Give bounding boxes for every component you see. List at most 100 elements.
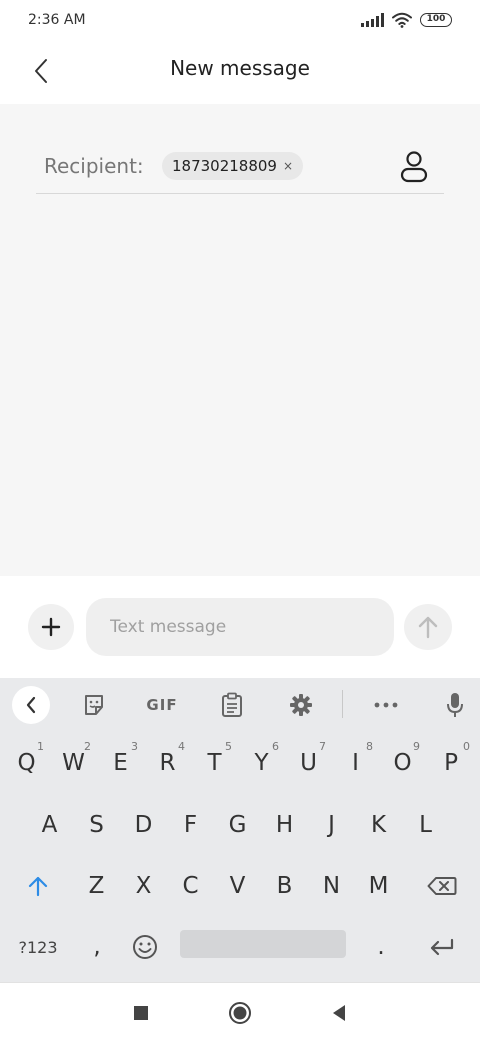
key-b[interactable]: B (261, 859, 308, 913)
header: New message (0, 42, 480, 104)
key-hint: 3 (131, 740, 138, 753)
shift-arrow-icon (28, 876, 48, 897)
key-label: T (207, 750, 222, 776)
key-row-4: ?123 , . (0, 920, 480, 974)
key-hint: 8 (366, 740, 373, 753)
recents-button[interactable] (127, 999, 155, 1027)
clipboard-icon (222, 692, 242, 717)
key-u[interactable]: U7 (285, 736, 332, 790)
key-hint: 2 (84, 740, 91, 753)
key-t[interactable]: T5 (191, 736, 238, 790)
backspace-icon (427, 877, 457, 895)
page-title: New message (170, 56, 310, 80)
toolbar-collapse-button[interactable] (12, 686, 50, 724)
back-nav-button[interactable] (325, 999, 353, 1027)
key-row-1: Q1 W2 E3 R4 T5 Y6 U7 I8 O9 P0 (0, 736, 480, 790)
text-message-input[interactable] (86, 598, 394, 656)
recipient-row[interactable]: Recipient: 18730218809 × (36, 144, 444, 194)
key-row-2: A S D F G H J K L (0, 798, 480, 852)
key-e[interactable]: E3 (97, 736, 144, 790)
navigation-bar (0, 982, 480, 1040)
enter-key[interactable] (414, 920, 470, 974)
comma-key[interactable]: , (74, 920, 120, 974)
status-time: 2:36 AM (28, 12, 86, 28)
home-button[interactable] (226, 999, 254, 1027)
recipient-label: Recipient: (44, 154, 144, 178)
sticker-button[interactable] (78, 689, 110, 721)
key-label: O (393, 750, 412, 776)
recents-square-icon (134, 1006, 148, 1020)
space-key[interactable] (180, 930, 346, 958)
key-w[interactable]: W2 (50, 736, 97, 790)
key-z[interactable]: Z (73, 859, 120, 913)
arrow-up-icon (418, 616, 438, 639)
key-n[interactable]: N (308, 859, 355, 913)
compose-area: Recipient: 18730218809 × (0, 104, 480, 576)
person-icon (400, 151, 428, 183)
wifi-icon (392, 12, 412, 28)
key-q[interactable]: Q1 (3, 736, 50, 790)
sticker-icon (85, 695, 103, 715)
gif-button[interactable]: GIF (140, 689, 184, 721)
key-v[interactable]: V (214, 859, 261, 913)
key-hint: 9 (413, 740, 420, 753)
key-hint: 5 (225, 740, 232, 753)
send-button[interactable] (404, 604, 452, 650)
key-d[interactable]: D (120, 798, 167, 852)
key-label: P (444, 750, 458, 776)
key-f[interactable]: F (167, 798, 214, 852)
key-k[interactable]: K (355, 798, 402, 852)
more-icon (374, 702, 398, 708)
key-label: I (352, 750, 359, 776)
toolbar-divider (342, 690, 343, 718)
chip-remove-icon[interactable]: × (283, 159, 293, 173)
symbols-key[interactable]: ?123 (8, 920, 68, 974)
period-key[interactable]: . (358, 920, 404, 974)
key-a[interactable]: A (26, 798, 73, 852)
clipboard-button[interactable] (216, 689, 248, 721)
plus-icon (41, 617, 61, 637)
key-r[interactable]: R4 (144, 736, 191, 790)
key-x[interactable]: X (120, 859, 167, 913)
shift-key[interactable] (12, 859, 64, 913)
add-attachment-button[interactable] (28, 604, 74, 650)
contacts-button[interactable] (398, 150, 430, 184)
settings-button[interactable] (285, 689, 317, 721)
key-label: Y (254, 750, 269, 776)
mic-icon (447, 693, 463, 717)
emoji-key[interactable] (122, 920, 168, 974)
recipient-chip[interactable]: 18730218809 × (162, 152, 304, 180)
key-label: U (300, 750, 317, 776)
key-y[interactable]: Y6 (238, 736, 285, 790)
status-icons: 100 (361, 12, 452, 28)
key-s[interactable]: S (73, 798, 120, 852)
key-c[interactable]: C (167, 859, 214, 913)
keyboard: G I F Q 1 W 2 E 3 R 4 T 5 Y 6 U 7 I 8 O 9 … (0, 678, 480, 982)
emoji-icon (133, 935, 157, 959)
key-hint: 1 (37, 740, 44, 753)
key-hint: 7 (319, 740, 326, 753)
key-label: W (62, 750, 85, 776)
key-hint: 0 (463, 740, 470, 753)
key-l[interactable]: L (402, 798, 449, 852)
key-j[interactable]: J (308, 798, 355, 852)
voice-input-button[interactable] (440, 689, 470, 721)
keyboard-toolbar: GIF (0, 678, 480, 732)
key-o[interactable]: O9 (379, 736, 426, 790)
key-p[interactable]: P0 (426, 736, 476, 790)
key-i[interactable]: I8 (332, 736, 379, 790)
key-m[interactable]: M (355, 859, 402, 913)
backspace-key[interactable] (414, 859, 470, 913)
battery-icon: 100 (420, 13, 452, 27)
more-button[interactable] (370, 689, 402, 721)
home-circle-icon (229, 1002, 251, 1024)
key-label: Q (17, 750, 36, 776)
key-label: R (159, 750, 176, 776)
signal-icon (361, 13, 384, 27)
key-g[interactable]: G (214, 798, 261, 852)
key-h[interactable]: H (261, 798, 308, 852)
key-hint: 4 (178, 740, 185, 753)
key-hint: 6 (272, 740, 279, 753)
gear-icon (290, 694, 312, 716)
recipient-chip-number: 18730218809 (172, 157, 277, 175)
